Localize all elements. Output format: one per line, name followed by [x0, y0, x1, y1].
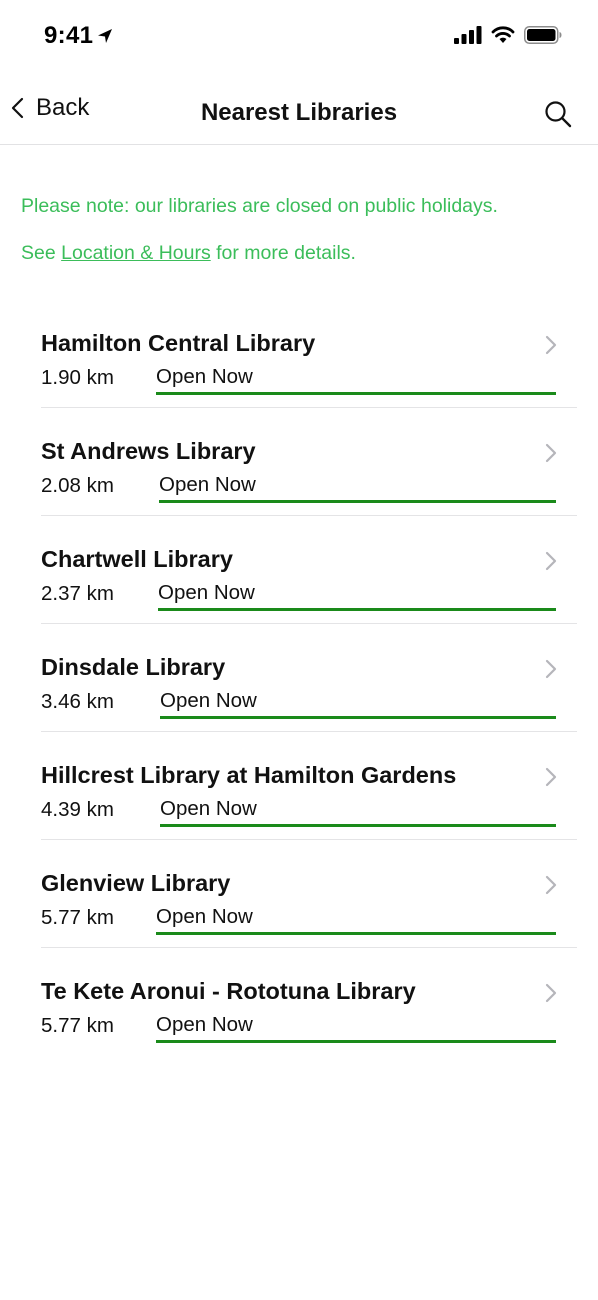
- library-distance: 2.37 km: [41, 582, 114, 605]
- library-name: Hamilton Central Library: [41, 330, 316, 356]
- library-row[interactable]: Dinsdale Library 3.46 km Open Now: [41, 624, 577, 732]
- open-status: Open Now: [160, 796, 556, 827]
- status-bar: 9:41: [0, 0, 598, 72]
- library-list: Hamilton Central Library 1.90 km Open No…: [41, 300, 577, 1055]
- library-name: Dinsdale Library: [41, 654, 226, 680]
- library-name: Hillcrest Library at Hamilton Gardens: [41, 762, 457, 788]
- status-time: 9:41: [44, 22, 113, 50]
- open-status: Open Now: [158, 580, 556, 611]
- open-status: Open Now: [156, 904, 556, 935]
- library-name: St Andrews Library: [41, 438, 256, 464]
- library-name: Te Kete Aronui - Rototuna Library: [41, 978, 416, 1004]
- library-row[interactable]: Hamilton Central Library 1.90 km Open No…: [41, 300, 577, 408]
- library-name: Glenview Library: [41, 870, 231, 896]
- chevron-right-icon: [545, 659, 557, 679]
- wifi-icon: [491, 26, 515, 43]
- chevron-right-icon: [545, 551, 557, 571]
- open-status-label: Open Now: [160, 797, 257, 820]
- library-row[interactable]: Hillcrest Library at Hamilton Gardens 4.…: [41, 732, 577, 840]
- battery-icon: [524, 26, 562, 44]
- library-row[interactable]: Te Kete Aronui - Rototuna Library 5.77 k…: [41, 948, 577, 1055]
- library-distance: 1.90 km: [41, 366, 114, 389]
- status-icons: [454, 26, 562, 44]
- open-status-label: Open Now: [156, 365, 253, 388]
- library-distance: 3.46 km: [41, 690, 114, 713]
- library-row[interactable]: Glenview Library 5.77 km Open Now: [41, 840, 577, 948]
- open-status: Open Now: [160, 688, 556, 719]
- open-status: Open Now: [159, 472, 556, 503]
- open-status-label: Open Now: [158, 581, 255, 604]
- chevron-right-icon: [545, 767, 557, 787]
- status-time-label: 9:41: [44, 22, 94, 49]
- chevron-right-icon: [545, 983, 557, 1003]
- open-status: Open Now: [156, 1012, 556, 1043]
- location-hours-link[interactable]: Location & Hours: [61, 242, 211, 264]
- library-row[interactable]: St Andrews Library 2.08 km Open Now: [41, 408, 577, 516]
- page-title: Nearest Libraries: [200, 99, 398, 126]
- search-icon: [545, 101, 572, 128]
- notice-prefix: See: [21, 242, 62, 264]
- library-distance: 2.08 km: [41, 474, 114, 497]
- open-status-label: Open Now: [160, 689, 257, 712]
- open-status-label: Open Now: [156, 905, 253, 928]
- notice-line-closed: Please note: our libraries are closed on…: [21, 195, 498, 217]
- open-status: Open Now: [156, 364, 556, 395]
- search-button[interactable]: [544, 100, 572, 133]
- navigation-bar: Back Nearest Libraries: [0, 72, 598, 145]
- chevron-right-icon: [545, 335, 557, 355]
- signal-icon: [454, 26, 482, 44]
- library-name: Chartwell Library: [41, 546, 233, 572]
- holiday-notice: Please note: our libraries are closed on…: [21, 192, 581, 267]
- library-distance: 4.39 km: [41, 798, 114, 821]
- open-status-label: Open Now: [156, 1013, 253, 1036]
- library-distance: 5.77 km: [41, 906, 114, 929]
- notice-suffix: for more details.: [210, 242, 356, 264]
- library-row[interactable]: Chartwell Library 2.37 km Open Now: [41, 516, 577, 624]
- notice-line-details: See Location & Hours for more details.: [21, 239, 581, 267]
- chevron-right-icon: [545, 875, 557, 895]
- chevron-right-icon: [545, 443, 557, 463]
- open-status-label: Open Now: [159, 473, 256, 496]
- library-distance: 5.77 km: [41, 1014, 114, 1037]
- location-arrow-icon: [98, 29, 113, 43]
